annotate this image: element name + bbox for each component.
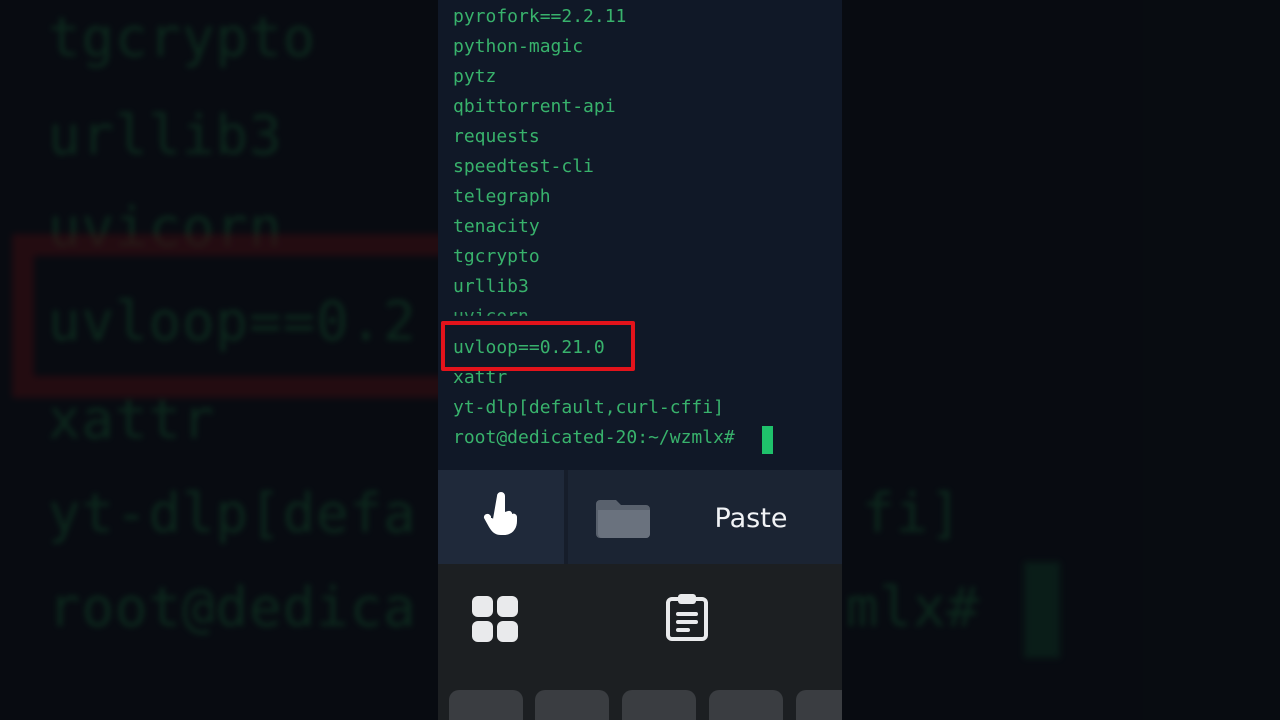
phone-screen: pyrofork==2.2.11 python-magic pytz qbitt… (438, 0, 842, 720)
terminal-line: telegraph (453, 186, 551, 207)
terminal-view[interactable]: pyrofork==2.2.11 python-magic pytz qbitt… (438, 0, 842, 470)
keyboard-key[interactable] (796, 690, 842, 720)
terminal-line: requests (453, 126, 540, 147)
terminal-line: tenacity (453, 216, 540, 237)
terminal-toolbar: Paste (438, 470, 842, 564)
keyboard-key[interactable] (449, 690, 523, 720)
highlight-box (441, 321, 635, 371)
terminal-prompt: root@dedicated-20:~/wzmlx# (453, 427, 735, 448)
toolbar-divider (564, 470, 568, 564)
terminal-line: pytz (453, 66, 497, 87)
keyboard-key[interactable] (622, 690, 696, 720)
clipboard-icon (664, 594, 710, 645)
terminal-line: pyrofork==2.2.11 (453, 6, 627, 27)
touch-mode-button[interactable] (438, 470, 564, 564)
terminal-cursor (762, 426, 773, 454)
grid-icon (471, 596, 519, 647)
hand-pointer-icon (481, 492, 521, 542)
terminal-line: tgcrypto (453, 246, 540, 267)
paste-button[interactable]: Paste (696, 498, 806, 538)
terminal-line: urllib3 (453, 276, 529, 297)
keyboard-key[interactable] (535, 690, 609, 720)
terminal-line: qbittorrent-api (453, 96, 616, 117)
keyboard-key[interactable] (709, 690, 783, 720)
folder-icon (596, 500, 652, 544)
folder-button[interactable] (596, 496, 652, 540)
terminal-line: python-magic (453, 36, 584, 57)
clipboard-button[interactable] (664, 593, 710, 641)
apps-grid-button[interactable] (471, 595, 519, 643)
terminal-line: yt-dlp[default,curl-cffi] (453, 397, 724, 418)
terminal-line: speedtest-cli (453, 156, 594, 177)
